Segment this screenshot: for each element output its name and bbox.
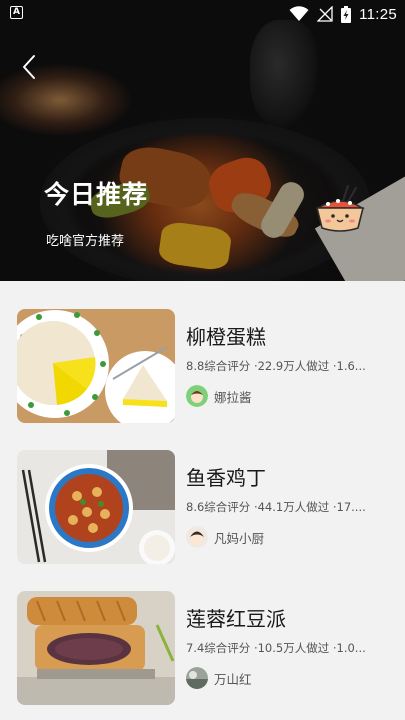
status-bar: A 11:25 [0,0,405,28]
page-subtitle: 吃啥官方推荐 [46,234,125,249]
status-icons: 11:25 [289,4,397,24]
wifi-icon [289,6,309,21]
recipe-thumbnail [17,309,175,423]
recipe-card[interactable]: 柳橙蛋糕 8.8综合评分 ·22.9万人做过 ·1.6... 娜拉酱 [0,309,405,425]
avatar [186,385,208,407]
recipe-author[interactable]: 万山红 [186,667,252,689]
recipe-title: 莲蓉红豆派 [186,607,286,631]
page-title: 今日推荐 [44,180,149,209]
clock: 11:25 [359,5,397,23]
mascot-icon [315,184,365,232]
recipe-meta: 8.6综合评分 ·44.1万人做过 ·17.... [186,500,366,514]
avatar [186,667,208,689]
avatar [186,526,208,548]
hero-banner: A 11:25 今日推荐 吃啥官方推荐 [0,0,405,281]
author-name: 娜拉酱 [214,389,252,405]
recipe-thumbnail [17,591,175,705]
no-signal-icon [317,6,333,22]
recipe-author[interactable]: 娜拉酱 [186,385,252,407]
recipe-meta: 7.4综合评分 ·10.5万人做过 ·1.0... [186,641,366,655]
recipe-meta: 8.8综合评分 ·22.9万人做过 ·1.6... [186,359,366,373]
recipe-title: 鱼香鸡丁 [186,466,266,490]
recipe-card[interactable]: 莲蓉红豆派 7.4综合评分 ·10.5万人做过 ·1.0... 万山红 [0,591,405,707]
author-name: 凡妈小厨 [214,530,265,546]
recipe-thumbnail [17,450,175,564]
notification-icon: A [10,6,23,19]
recipe-title: 柳橙蛋糕 [186,325,266,349]
back-button[interactable] [14,50,44,84]
recipe-author[interactable]: 凡妈小厨 [186,526,264,548]
author-name: 万山红 [214,671,252,687]
recipe-card[interactable]: 鱼香鸡丁 8.6综合评分 ·44.1万人做过 ·17.... 凡妈小厨 [0,450,405,566]
battery-icon [341,5,352,23]
back-icon [23,55,35,79]
